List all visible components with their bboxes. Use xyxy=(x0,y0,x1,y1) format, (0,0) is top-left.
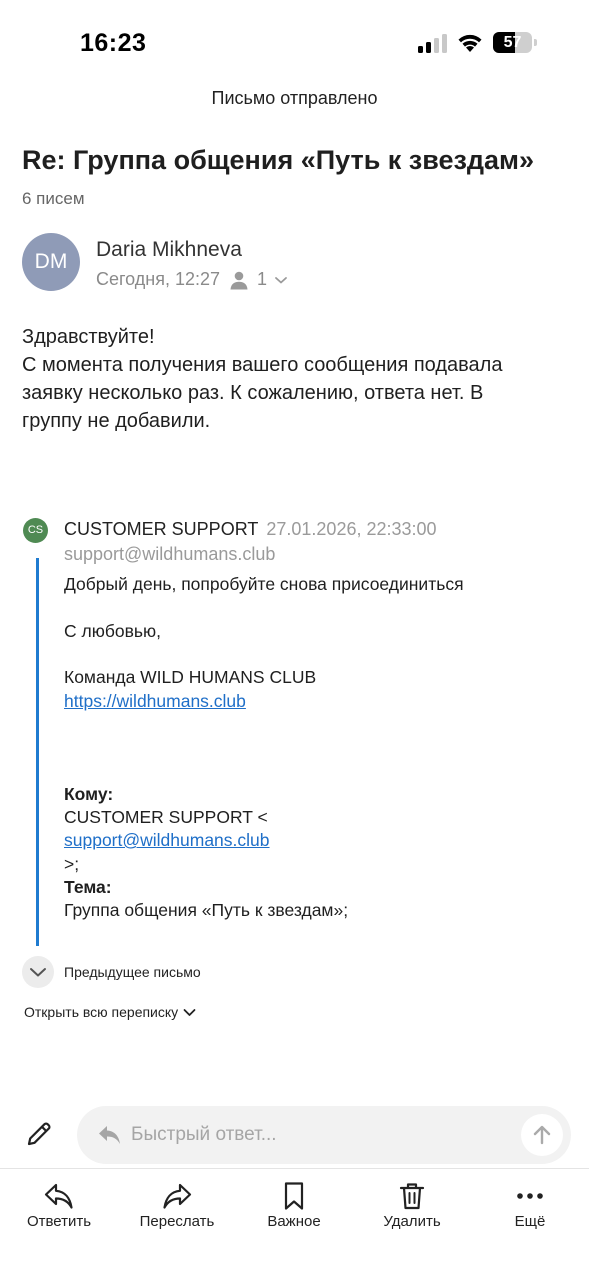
quote-bar xyxy=(36,558,39,946)
open-all-conversation[interactable]: Открыть всю переписку xyxy=(24,1004,196,1020)
quick-reply-placeholder: Быстрый ответ... xyxy=(131,1124,277,1145)
previous-message-toggle[interactable]: Предыдущее письмо xyxy=(22,956,201,988)
toolbar-reply-label: Ответить xyxy=(26,1213,92,1230)
more-icon xyxy=(517,1193,543,1199)
cellular-signal-icon xyxy=(418,34,447,53)
toolbar-divider xyxy=(0,1168,589,1169)
chevron-down-icon xyxy=(30,968,46,977)
quoted-team: Команда WILD HUMANS CLUB xyxy=(64,667,317,687)
thread-message-count: 6 писем xyxy=(22,189,85,208)
compose-pencil-icon[interactable] xyxy=(25,1120,53,1148)
quoted-to-label: Кому: xyxy=(64,784,114,804)
quoted-sender-name: CUSTOMER SUPPORT xyxy=(64,519,259,539)
trash-icon xyxy=(399,1183,425,1210)
toolbar-delete-label: Удалить xyxy=(383,1213,441,1230)
quoted-date: 27.01.2026, 22:33:00 xyxy=(266,519,437,539)
toolbar-important[interactable]: Важное xyxy=(249,1180,339,1230)
sender-avatar[interactable]: DM xyxy=(22,233,80,291)
recipients-count: 1 xyxy=(257,269,268,289)
quoted-greeting: Добрый день, попробуйте снова присоедини… xyxy=(64,574,464,594)
body-line: группу не добавили. xyxy=(22,410,211,432)
body-line: Здравствуйте! xyxy=(22,326,155,348)
quoted-to-email-link[interactable]: support@wildhumans.club xyxy=(64,830,270,851)
arrow-up-icon xyxy=(533,1125,551,1145)
forward-icon xyxy=(163,1183,192,1209)
message-details-toggle[interactable]: Сегодня, 12:27 1 xyxy=(96,269,288,290)
toolbar-delete[interactable]: Удалить xyxy=(367,1180,457,1230)
quoted-subject: Группа общения «Путь к звездам»; xyxy=(64,900,349,920)
person-icon xyxy=(230,271,248,289)
previous-message-label: Предыдущее письмо xyxy=(64,964,201,980)
toolbar-forward-label: Переслать xyxy=(139,1213,215,1230)
wifi-icon xyxy=(458,34,482,52)
quoted-sender: CUSTOMER SUPPORT 27.01.2026, 22:33:00 xyxy=(64,519,437,540)
message-date: Сегодня, 12:27 xyxy=(96,269,221,289)
reply-icon xyxy=(44,1183,73,1209)
quoted-to-close: >; xyxy=(64,854,80,874)
chevron-down-icon xyxy=(183,1008,196,1016)
quoted-subject-label: Тема: xyxy=(64,877,112,897)
open-all-label: Открыть всю переписку xyxy=(24,1004,179,1020)
bookmark-icon xyxy=(284,1182,304,1210)
message-body: Здравствуйте! С момента получения вашего… xyxy=(22,323,552,435)
quoted-signoff: С любовью, xyxy=(64,621,161,641)
quoted-sender-email: support@wildhumans.club xyxy=(64,544,276,564)
toolbar-reply[interactable]: Ответить xyxy=(14,1180,104,1230)
quoted-to-name: CUSTOMER SUPPORT < xyxy=(64,807,268,827)
toolbar-important-label: Важное xyxy=(267,1213,321,1230)
toolbar-forward[interactable]: Переслать xyxy=(132,1180,222,1230)
toolbar-more[interactable]: Ещё xyxy=(485,1180,575,1230)
send-button[interactable] xyxy=(521,1114,563,1156)
quoted-website-link[interactable]: https://wildhumans.club xyxy=(64,691,246,712)
battery-icon: 57 xyxy=(493,32,537,54)
thread-title: Re: Группа общения «Путь к звездам» xyxy=(22,145,535,175)
quick-reply-field[interactable]: Быстрый ответ... xyxy=(77,1106,571,1164)
sent-notice: Письмо отправлено xyxy=(211,88,378,108)
body-line: заявку несколько раз. К сожалению, ответ… xyxy=(22,382,484,404)
toolbar-more-label: Ещё xyxy=(514,1213,546,1230)
reply-arrow-icon xyxy=(99,1126,120,1144)
quoted-sender-avatar: CS xyxy=(23,518,48,543)
chevron-down-icon xyxy=(275,276,287,283)
expand-button[interactable] xyxy=(22,956,54,988)
status-bar: 16:23 57 xyxy=(0,0,589,86)
status-time: 16:23 xyxy=(80,29,147,57)
body-line: С момента получения вашего сообщения под… xyxy=(22,354,503,376)
battery-percentage: 57 xyxy=(503,34,522,51)
sender-name[interactable]: Daria Mikhneva xyxy=(96,238,242,262)
